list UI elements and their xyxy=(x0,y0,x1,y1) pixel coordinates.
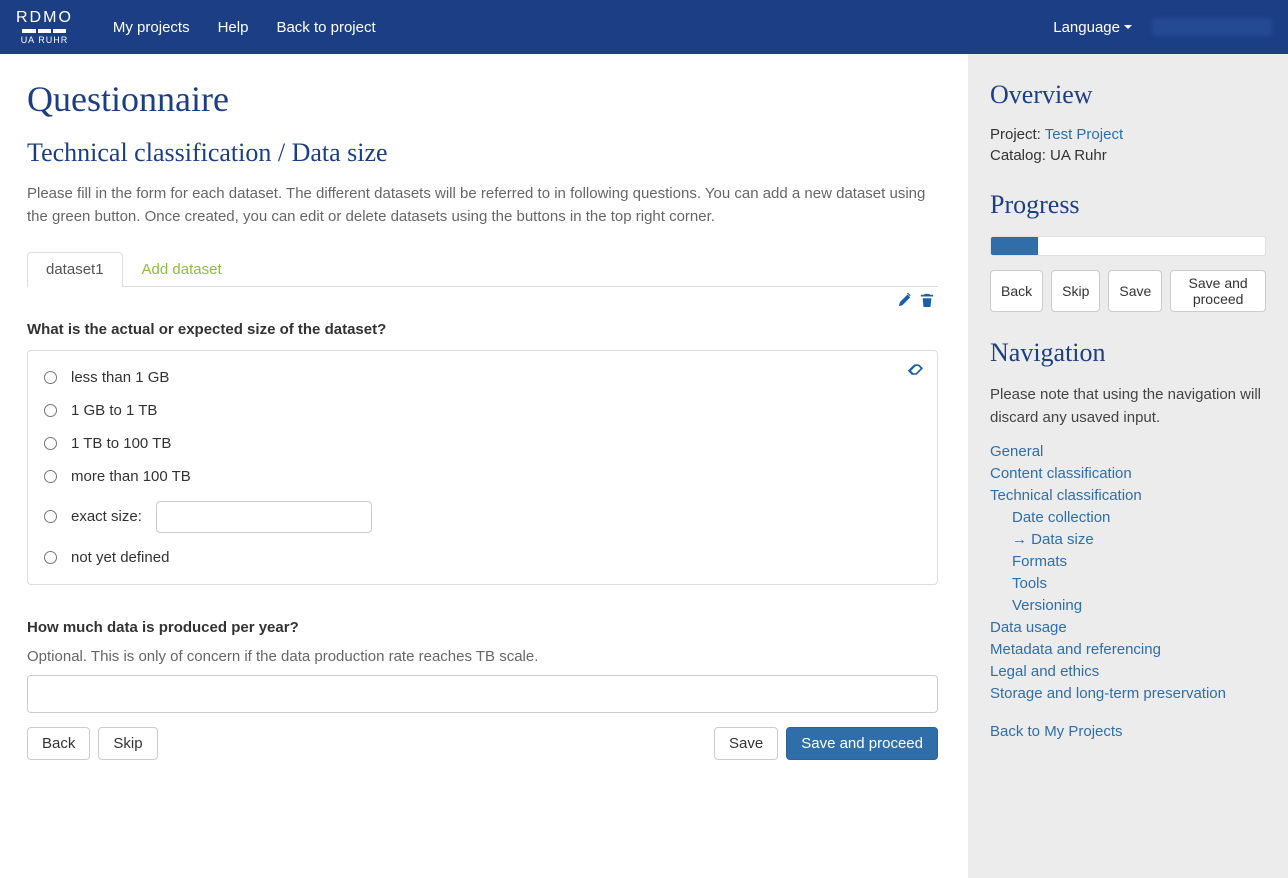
tab-dataset1[interactable]: dataset1 xyxy=(27,252,123,287)
logo-stripes-icon xyxy=(22,29,66,33)
nav-links: My projects Help Back to project xyxy=(113,19,376,36)
nav-item-technical-classification[interactable]: Technical classification xyxy=(990,487,1142,504)
nav-item-formats[interactable]: Formats xyxy=(1012,553,1067,570)
navigation-list: General Content classification Technical c… xyxy=(990,443,1266,702)
navigation-note: Please note that using the navigation wi… xyxy=(990,384,1266,429)
tab-add-dataset[interactable]: Add dataset xyxy=(123,252,241,287)
back-to-my-projects-link[interactable]: Back to My Projects xyxy=(990,723,1123,740)
catalog-line: Catalog: UA Ruhr xyxy=(990,147,1266,164)
progress-bar xyxy=(990,236,1266,256)
q1-opt2-label: 1 GB to 1 TB xyxy=(71,402,157,419)
q2-input[interactable] xyxy=(27,675,938,713)
nav-item-versioning[interactable]: Versioning xyxy=(1012,597,1082,614)
q1-opt1-label: less than 1 GB xyxy=(71,369,169,386)
nav-item-data-size[interactable]: → Data size xyxy=(1012,531,1094,548)
back-button[interactable]: Back xyxy=(27,727,90,760)
q1-opt5-radio[interactable] xyxy=(44,510,57,523)
logo-text-top: RDMO xyxy=(16,10,73,26)
navbar: RDMO UA RUHR My projects Help Back to pr… xyxy=(0,0,1288,54)
q1-opt3-row: 1 TB to 100 TB xyxy=(44,427,921,460)
overview-title: Overview xyxy=(990,80,1266,110)
delete-icon[interactable] xyxy=(920,293,934,311)
navigation-title: Navigation xyxy=(990,338,1266,368)
instructions: Please fill in the form for each dataset… xyxy=(27,182,938,229)
user-menu[interactable] xyxy=(1152,18,1272,36)
q1-opt1-row: less than 1 GB xyxy=(44,361,921,394)
q1-opt6-radio[interactable] xyxy=(44,551,57,564)
language-label: Language xyxy=(1053,19,1120,36)
dataset-tabs: dataset1 Add dataset xyxy=(27,251,938,287)
progress-section: Progress Back Skip Save Save and proceed xyxy=(990,190,1266,312)
nav-item-content-classification[interactable]: Content classification xyxy=(990,465,1132,482)
overview-section: Overview Project: Test Project Catalog: … xyxy=(990,80,1266,164)
nav-right: Language xyxy=(1053,18,1272,36)
q1-opt4-label: more than 100 TB xyxy=(71,468,191,485)
q2-help: Optional. This is only of concern if the… xyxy=(27,648,938,665)
project-link[interactable]: Test Project xyxy=(1045,126,1123,143)
language-dropdown[interactable]: Language xyxy=(1053,19,1132,36)
q1-opt4-radio[interactable] xyxy=(44,470,57,483)
nav-item-date-collection[interactable]: Date collection xyxy=(1012,509,1110,526)
eraser-icon[interactable] xyxy=(907,363,923,379)
nav-item-storage-and-long-term-preservation[interactable]: Storage and long-term preservation xyxy=(990,685,1226,702)
project-line: Project: Test Project xyxy=(990,126,1266,143)
sidebar-back-button[interactable]: Back xyxy=(990,270,1043,312)
save-proceed-button[interactable]: Save and proceed xyxy=(786,727,938,760)
q1-opt1-radio[interactable] xyxy=(44,371,57,384)
q1-opt4-row: more than 100 TB xyxy=(44,460,921,493)
q1-label: What is the actual or expected size of t… xyxy=(27,321,938,338)
nav-back-to-project[interactable]: Back to project xyxy=(276,19,375,36)
edit-icon[interactable] xyxy=(898,293,912,311)
nav-item-tools[interactable]: Tools xyxy=(1012,575,1047,592)
dataset-actions xyxy=(27,287,938,313)
q1-opt5-row: exact size: xyxy=(44,493,921,541)
logo[interactable]: RDMO UA RUHR xyxy=(16,10,73,45)
sidebar-save-button[interactable]: Save xyxy=(1108,270,1162,312)
nav-item-metadata-and-referencing[interactable]: Metadata and referencing xyxy=(990,641,1161,658)
sidebar: Overview Project: Test Project Catalog: … xyxy=(968,54,1288,878)
sidebar-skip-button[interactable]: Skip xyxy=(1051,270,1100,312)
navigation-section: Navigation Please note that using the na… xyxy=(990,338,1266,740)
progress-title: Progress xyxy=(990,190,1266,220)
sidebar-button-row: Back Skip Save Save and proceed xyxy=(990,270,1266,312)
caret-down-icon xyxy=(1124,25,1132,29)
save-button[interactable]: Save xyxy=(714,727,778,760)
q1-opt2-radio[interactable] xyxy=(44,404,57,417)
catalog-value: UA Ruhr xyxy=(1050,147,1107,164)
logo-text-bottom: UA RUHR xyxy=(21,36,69,45)
nav-item-data-usage[interactable]: Data usage xyxy=(990,619,1067,636)
nav-item-general[interactable]: General xyxy=(990,443,1043,460)
q1-opt5-label: exact size: xyxy=(71,508,142,525)
page-title: Questionnaire xyxy=(27,78,938,120)
nav-help[interactable]: Help xyxy=(218,19,249,36)
section-title: Technical classification / Data size xyxy=(27,138,938,168)
main-button-row: Back Skip Save Save and proceed xyxy=(27,727,938,760)
progress-fill xyxy=(991,237,1038,255)
q1-exact-size-input[interactable] xyxy=(156,501,372,533)
q1-opt2-row: 1 GB to 1 TB xyxy=(44,394,921,427)
nav-item-legal-and-ethics[interactable]: Legal and ethics xyxy=(990,663,1099,680)
catalog-label: Catalog: xyxy=(990,147,1050,164)
main-content: Questionnaire Technical classification /… xyxy=(0,54,968,878)
nav-my-projects[interactable]: My projects xyxy=(113,19,190,36)
q2-label: How much data is produced per year? xyxy=(27,619,938,636)
q1-opt6-label: not yet defined xyxy=(71,549,169,566)
q1-options: less than 1 GB 1 GB to 1 TB 1 TB to 100 … xyxy=(27,350,938,585)
sidebar-save-proceed-button[interactable]: Save and proceed xyxy=(1170,270,1266,312)
project-label: Project: xyxy=(990,126,1045,143)
q1-opt6-row: not yet defined xyxy=(44,541,921,574)
skip-button[interactable]: Skip xyxy=(98,727,157,760)
q1-opt3-radio[interactable] xyxy=(44,437,57,450)
q1-opt3-label: 1 TB to 100 TB xyxy=(71,435,171,452)
